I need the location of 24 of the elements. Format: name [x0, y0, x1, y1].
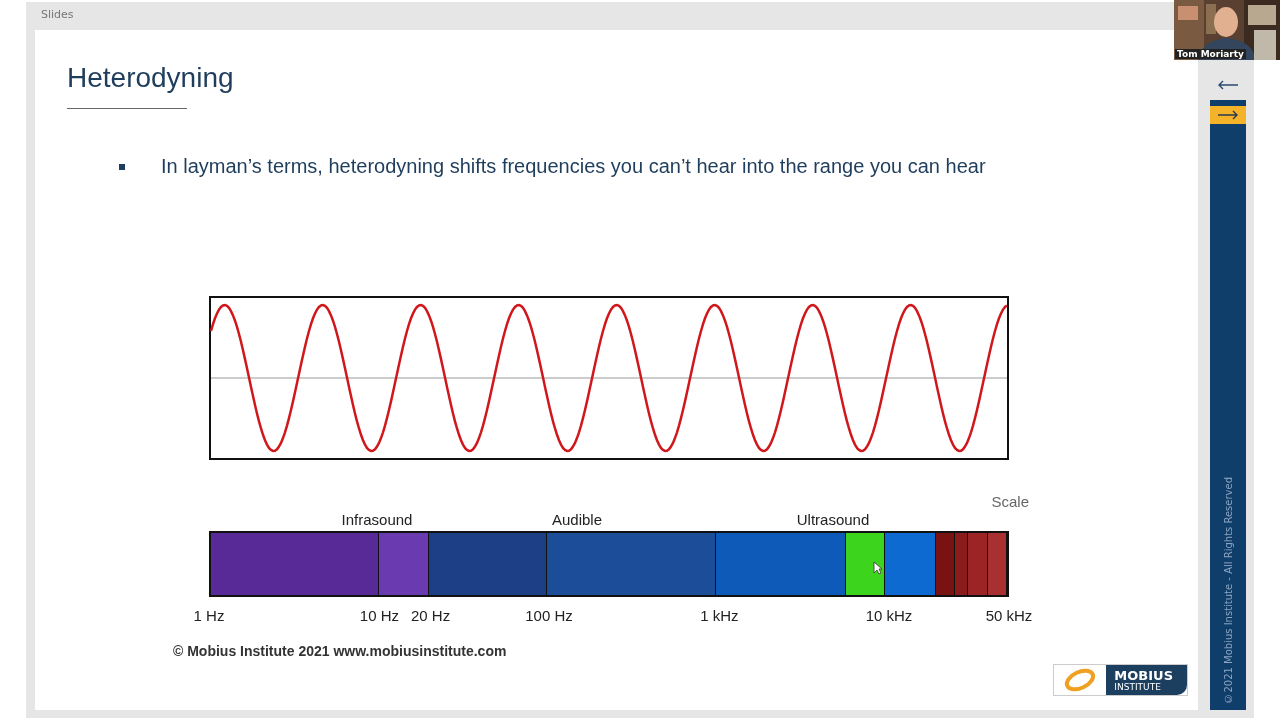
- logo-text: MOBIUS: [1114, 668, 1173, 682]
- window-title: Slides: [40, 7, 75, 23]
- tick-label: 10 kHz: [865, 607, 913, 624]
- tick-label: 1 Hz: [193, 607, 225, 624]
- tick-label: 20 Hz: [411, 607, 451, 624]
- copyright-text: © Mobius Institute 2021 www.mobiusinstitute.com: [173, 643, 508, 659]
- band-label: Audible: [552, 511, 602, 528]
- tick-label: 10 Hz: [359, 607, 399, 624]
- bullet-icon: [119, 163, 125, 170]
- right-arrow-icon: [1217, 110, 1239, 120]
- bullet-text: In layman’s terms, heterodyning shifts frequencies you can’t hear into the range you can hear: [161, 155, 986, 178]
- band-label: Ultrasound: [796, 511, 870, 528]
- tick-label: 50 kHz: [985, 607, 1033, 624]
- participant-name: Tom Moriarty: [1175, 49, 1246, 59]
- band-label: Infrasound: [341, 511, 413, 528]
- right-arrow-button[interactable]: [1210, 106, 1246, 124]
- tick-label: 100 Hz: [525, 607, 573, 624]
- slide-title: Heterodyning: [66, 61, 234, 94]
- left-arrow-icon[interactable]: [1217, 80, 1239, 92]
- logo-text: INSTITUTE: [1114, 681, 1162, 692]
- scale-label: Scale: [991, 493, 1029, 510]
- copyright-vertical-text: ©2021 Mobius Institute - All Rights Reserved: [1222, 477, 1234, 704]
- cursor-icon: [873, 561, 883, 575]
- tick-label: 1 kHz: [700, 607, 739, 624]
